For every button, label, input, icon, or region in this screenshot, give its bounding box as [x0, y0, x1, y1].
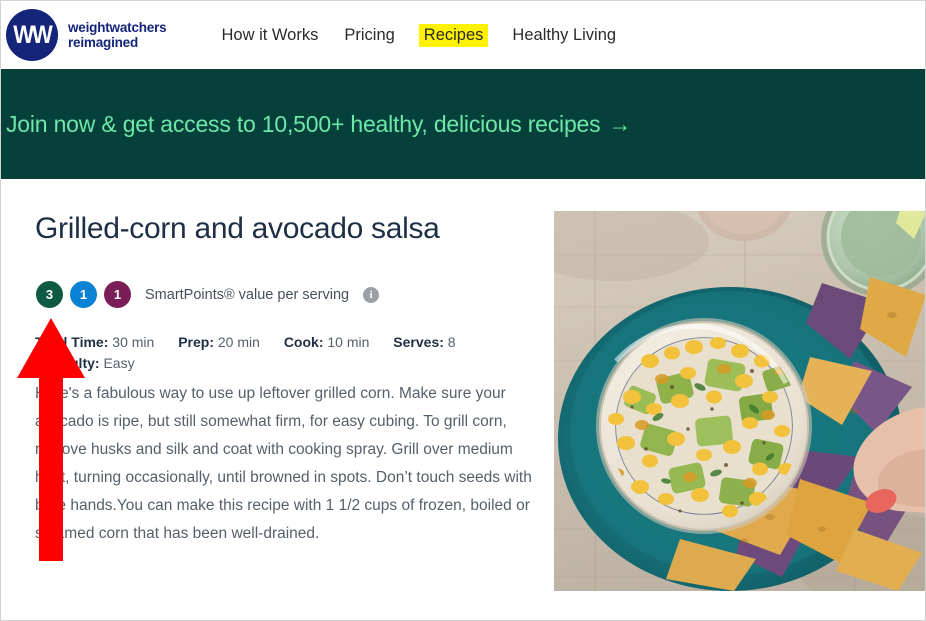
- meta-value-serves: 8: [447, 334, 456, 350]
- arrow-right-icon: →: [608, 110, 632, 137]
- nav-item-pricing[interactable]: Pricing: [342, 25, 396, 46]
- site-logo[interactable]: WW ® weightwatchers reimagined: [6, 9, 167, 61]
- nav-item-recipes[interactable]: Recipes: [418, 23, 489, 47]
- meta-key-serves: Serves:: [393, 334, 444, 350]
- nav-item-how-it-works[interactable]: How it Works: [219, 25, 320, 46]
- meta-key-cook: Cook:: [283, 334, 324, 350]
- registered-trademark-icon: ®: [51, 54, 55, 60]
- meta-key-total-time: Total Time:: [35, 334, 109, 350]
- smartpoints-label: SmartPoints® value per serving: [145, 286, 350, 303]
- meta-key-prep: Prep:: [178, 334, 214, 350]
- recipe-meta: Total Time: 30 min Prep: 20 min Cook: 10…: [35, 332, 535, 374]
- recipe-content: Grilled-corn and avocado salsa 3 1 1 Sma…: [1, 179, 925, 620]
- promo-banner[interactable]: Join now & get access to 10,500+ healthy…: [1, 69, 925, 179]
- smartpoints-row: 3 1 1 SmartPoints® value per serving i: [36, 281, 380, 308]
- brand-wordmark-line-2: reimagined: [68, 35, 139, 50]
- meta-value-difficulty: Easy: [103, 355, 135, 371]
- brand-wordmark: weightwatchers reimagined: [68, 20, 167, 50]
- smartpoints-badge-blue[interactable]: 1: [70, 281, 97, 308]
- recipe-description: Here's a fabulous way to use up leftover…: [35, 385, 532, 542]
- ww-logo-icon: WW ®: [6, 9, 58, 61]
- meta-value-total-time: 30 min: [112, 334, 155, 350]
- nav-item-healthy-living[interactable]: Healthy Living: [510, 25, 618, 46]
- meta-value-cook: 10 min: [327, 334, 370, 350]
- recipe-photo-image: [554, 211, 925, 591]
- smartpoints-badge-green[interactable]: 3: [36, 281, 63, 308]
- recipe-photo: [554, 211, 925, 591]
- meta-value-prep: 20 min: [217, 334, 260, 350]
- browser-page: WW ® weightwatchers reimagined How it Wo…: [0, 0, 926, 621]
- page-title: Grilled-corn and avocado salsa: [35, 212, 440, 245]
- info-icon[interactable]: i: [363, 286, 380, 303]
- promo-banner-text[interactable]: Join now & get access to 10,500+ healthy…: [1, 111, 601, 138]
- ww-logo-letters: WW: [13, 20, 53, 49]
- site-header: WW ® weightwatchers reimagined How it Wo…: [1, 1, 925, 69]
- smartpoints-badge-purple[interactable]: 1: [104, 281, 131, 308]
- meta-key-difficulty: Difficulty:: [35, 355, 100, 371]
- main-navigation: How it Works Pricing Recipes Healthy Liv…: [219, 23, 618, 47]
- brand-wordmark-line-1: weightwatchers: [68, 20, 167, 35]
